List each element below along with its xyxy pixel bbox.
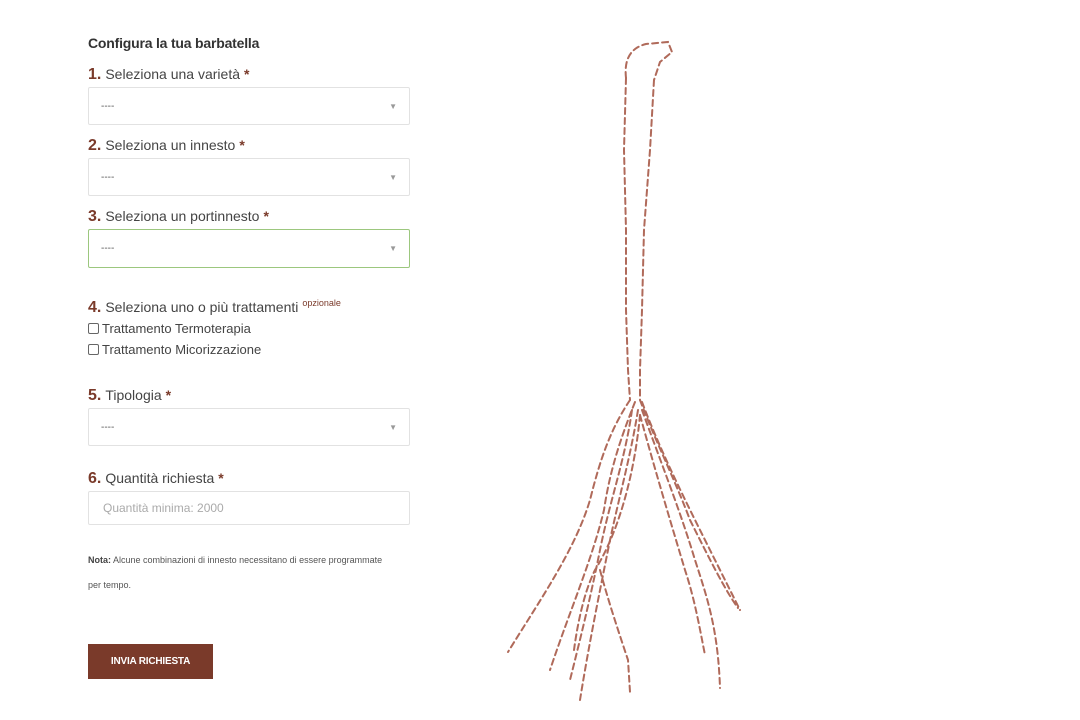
treatment-option-mycorrhization[interactable]: Trattamento Micorizzazione	[88, 342, 410, 357]
step-number: 4.	[88, 299, 102, 316]
required-asterisk: *	[165, 387, 172, 403]
form-title: Configura la tua barbatella	[88, 35, 260, 51]
vine-root	[641, 409, 721, 689]
select-value: ----	[101, 421, 115, 433]
field-label: Seleziona un portinnesto	[105, 208, 260, 224]
chevron-down-icon: ▼	[389, 422, 397, 432]
treatment-option-thermotherapy[interactable]: Trattamento Termoterapia	[88, 321, 410, 336]
step-number: 5.	[88, 387, 102, 404]
field-label: Quantità richiesta	[105, 470, 215, 486]
checkbox[interactable]	[88, 344, 99, 355]
chevron-down-icon: ▼	[389, 244, 397, 253]
vine-root	[599, 569, 631, 693]
step-number: 1.	[88, 66, 102, 83]
required-asterisk: *	[263, 208, 269, 224]
vine-root	[639, 414, 706, 656]
vine-root	[569, 409, 633, 681]
field-label: Seleziona uno o più trattamenti	[105, 299, 299, 315]
chevron-down-icon: ▼	[389, 172, 397, 182]
submit-request-button[interactable]: INVIA RICHIESTA	[88, 644, 213, 679]
note-body: Alcune combinazioni di innesto necessita…	[88, 555, 383, 590]
step-number: 3.	[88, 208, 102, 225]
vine-trunk-left	[622, 77, 631, 401]
required-asterisk: *	[239, 137, 245, 153]
field-rootstock-label-row: 3. Seleziona un portinnesto *	[88, 208, 410, 226]
field-variety-label-row: 1. Seleziona una varietà *	[88, 66, 410, 84]
vine-hook	[624, 40, 674, 81]
required-asterisk: *	[218, 470, 224, 486]
field-label: Seleziona una varietà	[105, 66, 240, 82]
field-treatments: 4. Seleziona uno o più trattamenti opzio…	[88, 298, 410, 357]
vine-trunk-right	[639, 79, 655, 401]
note-label: Nota:	[88, 555, 111, 565]
chevron-down-icon: ▼	[389, 101, 397, 111]
step-number: 6.	[88, 470, 102, 487]
checkbox-label[interactable]: Trattamento Micorizzazione	[102, 342, 261, 357]
field-label: Seleziona un innesto	[105, 137, 236, 153]
graft-select[interactable]: ---- ▼	[88, 158, 410, 196]
quantity-input[interactable]	[88, 491, 410, 525]
select-value: ----	[101, 171, 115, 183]
checkbox-label[interactable]: Trattamento Termoterapia	[102, 321, 251, 336]
optional-tag: opzionale	[302, 298, 341, 308]
rootstock-select[interactable]: ---- ▼	[88, 229, 410, 268]
field-label: Tipologia	[105, 387, 162, 403]
vine-rootstock-icon	[507, 40, 741, 701]
select-value: ----	[101, 243, 115, 254]
vine-root	[641, 401, 741, 611]
type-select[interactable]: ---- ▼	[88, 408, 410, 446]
required-asterisk: *	[244, 66, 250, 82]
note-text: Nota: Alcune combinazioni di innesto nec…	[88, 548, 388, 598]
variety-select[interactable]: ---- ▼	[88, 87, 410, 125]
checkbox[interactable]	[88, 323, 99, 334]
select-value: ----	[101, 100, 115, 112]
step-number: 2.	[88, 137, 102, 154]
field-type-label-row: 5. Tipologia *	[88, 387, 410, 405]
field-quantity-label-row: 6. Quantità richiesta *	[88, 470, 410, 488]
vine-root	[579, 409, 639, 701]
field-graft-label-row: 2. Seleziona un innesto *	[88, 137, 410, 155]
